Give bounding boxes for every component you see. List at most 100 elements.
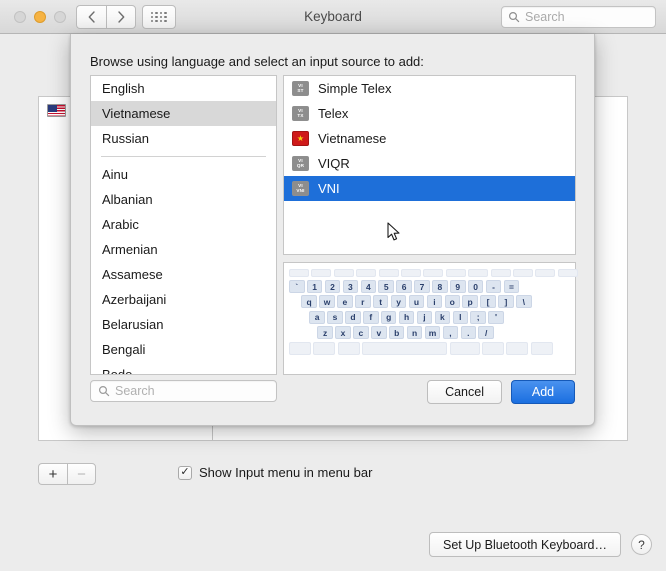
keyboard-row (289, 341, 570, 355)
language-list-item[interactable]: Ainu (91, 162, 276, 187)
keyboard-key-blank (445, 269, 466, 277)
sheet-action-buttons: Cancel Add (427, 380, 575, 404)
keyboard-key: 9 (450, 280, 466, 293)
keyboard-key: l (452, 310, 469, 324)
language-list-item[interactable]: Belarusian (91, 312, 276, 337)
keyboard-key: u (408, 295, 425, 309)
language-list-item-selected[interactable]: Vietnamese (91, 101, 276, 126)
keyboard-key: ` (289, 280, 305, 293)
add-input-source-sheet: Browse using language and select an inpu… (70, 34, 595, 426)
input-source-label: Vietnamese (318, 131, 387, 146)
sheet-heading: Browse using language and select an inpu… (90, 54, 424, 69)
keyboard-key: 0 (467, 280, 484, 293)
toolbar-search-field[interactable]: Search (501, 6, 656, 28)
keyboard-key: g (380, 310, 397, 324)
keyboard-row-indent (289, 326, 315, 339)
keyboard-key: v (371, 326, 387, 340)
badge-vi-tx-icon: VI TX (292, 106, 309, 121)
input-source-list[interactable]: VI ST Simple Telex VI TX Telex ★ Vietnames… (283, 75, 576, 255)
us-flag-icon (47, 103, 66, 117)
keyboard-key: k (434, 310, 451, 324)
keyboard-row (289, 269, 578, 277)
add-input-source-button[interactable]: + (38, 463, 67, 485)
show-input-menu-checkbox[interactable]: ✓ (178, 465, 192, 480)
keyboard-key: p (462, 295, 478, 309)
window-titlebar: Keyboard Search (0, 0, 666, 34)
keyboard-key: q (301, 295, 317, 309)
keyboard-key-blank (468, 269, 489, 277)
keyboard-key: 1 (306, 280, 323, 293)
show-input-menu-checkbox-row[interactable]: ✓ Show Input menu in menu bar (178, 465, 372, 480)
keyboard-key-blank (530, 341, 553, 355)
keyboard-key-blank (449, 341, 480, 355)
remove-input-source-button[interactable]: − (67, 463, 96, 485)
toolbar-search-placeholder: Search (525, 10, 565, 24)
keyboard-key: 7 (414, 280, 430, 293)
keyboard-key: e (337, 295, 353, 309)
keyboard-key: 5 (378, 280, 394, 293)
language-list-item[interactable]: Albanian (91, 187, 276, 212)
keyboard-key: f (363, 310, 379, 324)
keyboard-key: c (353, 326, 369, 340)
keyboard-key-blank (490, 269, 511, 277)
keyboard-key-blank (356, 269, 377, 277)
window-bottom-actions: Set Up Bluetooth Keyboard… ? (429, 532, 652, 557)
keyboard-preferences-window: Keyboard Search U.S. + (0, 0, 666, 571)
keyboard-key: n (406, 326, 423, 340)
badge-vi-vni-icon: VI VNI (292, 181, 309, 196)
language-search-field[interactable]: Search (90, 380, 277, 402)
language-search-placeholder: Search (115, 384, 155, 398)
search-icon (508, 11, 520, 23)
keyboard-key: 3 (342, 280, 359, 293)
input-source-item-selected[interactable]: VI VNI VNI (284, 176, 575, 201)
set-up-bluetooth-keyboard-button[interactable]: Set Up Bluetooth Keyboard… (429, 532, 621, 557)
language-list-item[interactable]: Armenian (91, 237, 276, 262)
language-list-item[interactable]: Bengali (91, 337, 276, 362)
keyboard-key: 2 (324, 280, 341, 293)
add-button[interactable]: Add (511, 380, 575, 404)
keyboard-row: a s d f g h j k l; ' (289, 310, 570, 324)
keyboard-key-blank (506, 341, 529, 355)
language-list-item[interactable]: Bodo (91, 362, 276, 374)
keyboard-key: a (309, 310, 325, 324)
keyboard-key-blank (362, 341, 448, 355)
keyboard-key-blank (333, 269, 354, 277)
language-list-item[interactable]: English (91, 76, 276, 101)
keyboard-key-blank (535, 269, 556, 277)
keyboard-key: ' (488, 310, 504, 324)
input-source-label: Telex (318, 106, 349, 121)
keyboard-key: z (317, 326, 333, 340)
language-list-item[interactable]: Arabic (91, 212, 276, 237)
language-list[interactable]: English Vietnamese Russian Ainu Albanian… (90, 75, 277, 375)
keyboard-key: i (426, 295, 443, 309)
input-source-item[interactable]: VI ST Simple Telex (284, 76, 575, 101)
language-list-item[interactable]: Assamese (91, 262, 276, 287)
keyboard-row: z x c v b n m,. / (289, 326, 570, 340)
input-source-label: VIQR (318, 156, 350, 171)
keyboard-key-blank (423, 269, 444, 277)
keyboard-key-blank (512, 269, 533, 277)
language-list-item[interactable]: Azerbaijani (91, 287, 276, 312)
keyboard-row: ` 1 2 3 4 5 6 7 8 9 0- = (289, 280, 570, 293)
keyboard-key: j (416, 310, 433, 324)
keyboard-key: x (335, 326, 351, 340)
keyboard-key: w (319, 295, 335, 309)
keyboard-key-blank (311, 269, 332, 277)
input-source-item[interactable]: ★ Vietnamese (284, 126, 575, 151)
keyboard-key: o (444, 295, 461, 309)
keyboard-key: d (345, 310, 361, 324)
keyboard-key-blank (313, 341, 336, 355)
cancel-button[interactable]: Cancel (427, 380, 502, 404)
keyboard-key: \ (516, 295, 532, 309)
show-input-menu-label: Show Input menu in menu bar (199, 465, 373, 480)
keyboard-key: h (398, 310, 415, 324)
input-source-item[interactable]: VI QR VIQR (284, 151, 575, 176)
keyboard-key: . (460, 326, 477, 340)
language-list-item[interactable]: Russian (91, 126, 276, 151)
help-button[interactable]: ? (631, 534, 652, 555)
keyboard-key-blank (400, 269, 421, 277)
keyboard-key: 8 (432, 280, 448, 293)
keyboard-key: = (503, 280, 520, 293)
input-source-item[interactable]: VI TX Telex (284, 101, 575, 126)
keyboard-key-blank (481, 341, 504, 355)
